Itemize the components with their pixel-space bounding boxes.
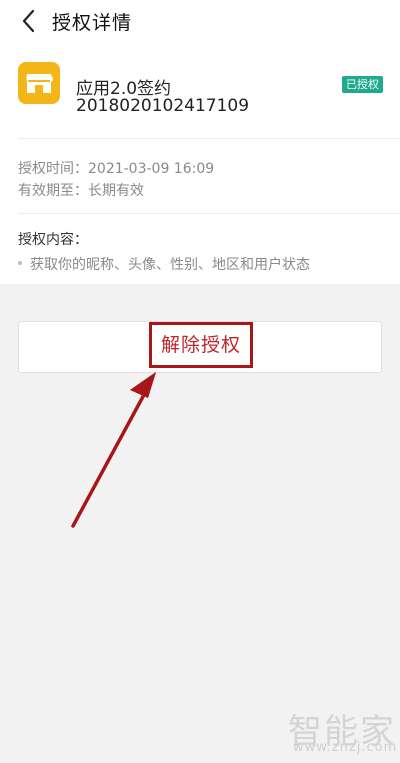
app-icon [18, 62, 60, 104]
revoke-button-label: 解除授权 [160, 334, 241, 356]
arrow-head [130, 372, 156, 398]
header: 授权详情 [0, 0, 400, 44]
content-item-text: 获取你的昵称、头像、性别、地区和用户状态 [30, 257, 310, 273]
list-item: 获取你的昵称、头像、性别、地区和用户状态 [18, 254, 310, 274]
chevron-left-icon [22, 9, 35, 33]
app-id: 2018020102417109 [76, 96, 250, 116]
status-badge: 已授权 [342, 76, 383, 93]
auth-time: 授权时间：2021-03-09 16:09 [18, 161, 215, 177]
bullet-icon [18, 261, 22, 265]
divider [18, 213, 400, 214]
store-icon [26, 74, 53, 93]
watermark-url: www.znzj.com [293, 740, 398, 755]
content-title: 授权内容： [18, 232, 88, 248]
valid-until: 有效期至：长期有效 [18, 183, 144, 199]
back-button[interactable] [14, 6, 44, 36]
page-title: 授权详情 [52, 12, 133, 34]
divider [18, 138, 400, 139]
